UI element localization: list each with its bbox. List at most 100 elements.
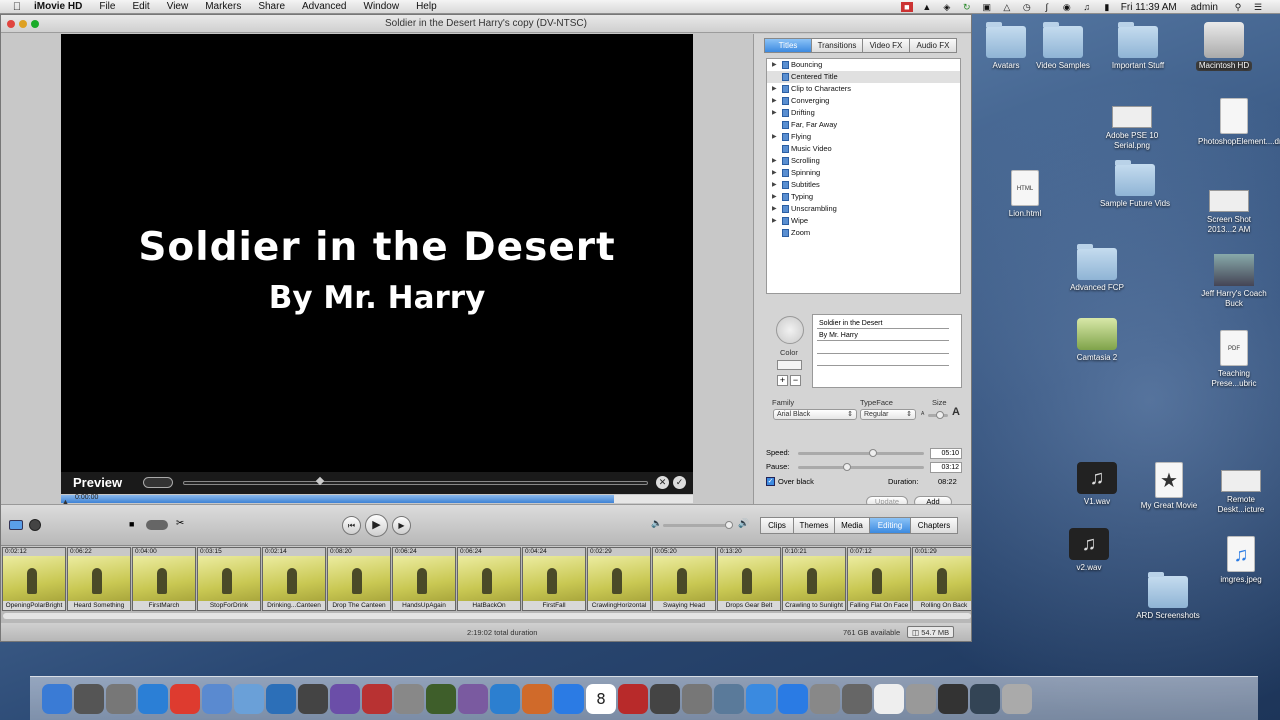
disclosure-triangle-icon[interactable]: ▶ — [772, 59, 777, 71]
monitor-icon[interactable] — [938, 683, 968, 714]
clip-thumbnail[interactable]: 0:08:20 Drop The Canteen — [327, 547, 391, 611]
tab-transitions[interactable]: Transitions — [811, 38, 863, 53]
clip-thumbnail[interactable]: 0:01:29 Rolling On Back — [912, 547, 971, 611]
clip-thumbnail[interactable]: 0:02:14 Drinking...Canteen — [262, 547, 326, 611]
user-menu[interactable]: admin — [1191, 2, 1218, 13]
list-item[interactable]: Music Video — [767, 143, 960, 155]
tab-clips[interactable]: Clips — [760, 517, 794, 534]
desktop-folder-video-samples[interactable]: Video Samples — [1027, 22, 1099, 71]
list-item[interactable]: ▶ Wipe — [767, 215, 960, 227]
disclosure-triangle-icon[interactable]: ▶ — [772, 131, 777, 143]
time-machine-icon[interactable]: ◷ — [1021, 2, 1033, 12]
desktop-drive-macintosh-hd[interactable]: Macintosh HD — [1188, 22, 1260, 71]
wifi-icon[interactable]: ◉ — [1061, 2, 1073, 12]
typeface-select[interactable]: Regular ⇕ — [860, 409, 916, 420]
close-window-icon[interactable] — [7, 20, 15, 28]
calculator-icon[interactable] — [394, 683, 424, 714]
list-item[interactable]: ▶ Typing — [767, 191, 960, 203]
clip-thumbnail[interactable]: 0:06:24 HatBackOn — [457, 547, 521, 611]
disclosure-triangle-icon[interactable]: ▶ — [772, 215, 777, 227]
title-line-1-input[interactable]: Soldier in the Desert — [817, 318, 949, 329]
zoom-window-icon[interactable] — [31, 20, 39, 28]
list-item[interactable]: ▶ Clip to Characters — [767, 83, 960, 95]
display-icon[interactable]: ▣ — [981, 2, 993, 12]
camera-mode-switch[interactable] — [146, 520, 168, 530]
desktop-file-remote-desktop[interactable]: Remote Deskt...icture — [1205, 462, 1277, 515]
speed-field[interactable]: 05:10 — [930, 448, 962, 459]
font-family-select[interactable]: Arial Black ⇕ — [773, 409, 857, 420]
pause-field[interactable]: 03:12 — [930, 462, 962, 473]
motion-icon[interactable] — [426, 683, 456, 714]
desktop-file-coach-buck[interactable]: Jeff Harry's Coach Buck — [1198, 254, 1270, 309]
apply-preview-icon[interactable]: ✓ — [673, 476, 686, 489]
timeline-viewer-icon[interactable] — [29, 519, 41, 531]
speed-slider-knob[interactable] — [869, 449, 877, 457]
desktop-file-v1-wav[interactable]: ♫ V1.wav — [1061, 462, 1133, 507]
disclosure-triangle-icon[interactable]: ▶ — [772, 155, 777, 167]
list-item[interactable]: ▶ Spinning — [767, 167, 960, 179]
keynote-icon[interactable] — [522, 683, 552, 714]
iphoto-icon[interactable] — [266, 683, 296, 714]
clip-thumbnail[interactable]: 0:05:20 Swaying Head — [652, 547, 716, 611]
desktop-app-camtasia[interactable]: Camtasia 2 — [1061, 318, 1133, 363]
size-slider-knob[interactable] — [936, 411, 944, 419]
desktop-file-adobe-serial[interactable]: Adobe PSE 10 Serial.png — [1096, 98, 1168, 151]
filemerge-icon[interactable] — [458, 683, 488, 714]
list-item[interactable]: ▶ Subtitles — [767, 179, 960, 191]
screens-icon[interactable] — [970, 683, 1000, 714]
software-update-icon[interactable] — [778, 683, 808, 714]
tab-video-fx[interactable]: Video FX — [862, 38, 910, 53]
desktop-folder-important-stuff[interactable]: Important Stuff — [1102, 22, 1174, 71]
list-item[interactable]: ▶ Unscrambling — [767, 203, 960, 215]
aperture-icon[interactable] — [298, 683, 328, 714]
recording-icon[interactable]: ■ — [900, 2, 913, 12]
desktop-folder-sample-future-vids[interactable]: Sample Future Vids — [1099, 160, 1171, 209]
timeline-scrubber[interactable]: 0:00:00 — [61, 494, 693, 503]
list-item[interactable]: ▶ Flying — [767, 131, 960, 143]
network-icon[interactable] — [842, 683, 872, 714]
title-line-3-input[interactable] — [817, 343, 949, 354]
photo-booth-icon[interactable] — [618, 683, 648, 714]
sound-icon[interactable]: ♫ — [1081, 2, 1093, 12]
imovie-icon[interactable] — [330, 683, 360, 714]
direction-control[interactable] — [776, 316, 804, 344]
disclosure-triangle-icon[interactable]: ▶ — [772, 179, 777, 191]
menu-edit[interactable]: Edit — [132, 1, 149, 12]
play-button[interactable]: ▶ — [365, 514, 388, 537]
cancel-preview-icon[interactable]: ✕ — [656, 476, 669, 489]
disclosure-triangle-icon[interactable]: ▶ — [772, 191, 777, 203]
preview-progress-track[interactable] — [183, 481, 648, 485]
system-prefs-icon[interactable] — [810, 683, 840, 714]
facetime-icon[interactable] — [650, 683, 680, 714]
clip-thumbnail[interactable]: 0:04:00 FirstMarch — [132, 547, 196, 611]
sync-icon[interactable]: ↻ — [961, 2, 973, 12]
stack-icon[interactable] — [906, 683, 936, 714]
spotlight-icon[interactable]: ⚲ — [1232, 2, 1244, 12]
clip-thumbnail[interactable]: 0:10:21 Crawling to Sunlight — [782, 547, 846, 611]
desktop-file-photoshop-dmg[interactable]: PhotoshopElement....dmg — [1198, 98, 1280, 147]
apple-menu-icon[interactable]:  — [10, 1, 24, 13]
preview-icon[interactable] — [202, 683, 232, 714]
finder-icon[interactable] — [42, 683, 72, 714]
dropbox-icon[interactable]: ◈ — [941, 2, 953, 12]
speed-slider[interactable] — [798, 449, 924, 457]
list-item[interactable]: ▶ Bouncing — [767, 59, 960, 71]
desktop-file-teaching-pdf[interactable]: PDF Teaching Prese...ubric — [1198, 330, 1270, 389]
clock[interactable]: Fri 11:39 AM — [1121, 2, 1177, 13]
iphone-icon[interactable] — [490, 683, 520, 714]
photos-icon[interactable] — [682, 683, 712, 714]
clip-thumbnail[interactable]: 0:07:12 Falling Flat On Face — [847, 547, 911, 611]
clip-thumbnail[interactable]: 0:02:12 OpeningPolarBright — [2, 547, 66, 611]
desktop-file-v2-wav[interactable]: ♫ v2.wav — [1053, 528, 1125, 573]
disclosure-triangle-icon[interactable]: ▶ — [772, 95, 777, 107]
notification-icon[interactable]: ☰ — [1252, 2, 1264, 12]
size-slider[interactable] — [928, 411, 948, 419]
desktop-folder-ard-screenshots[interactable]: ARD Screenshots — [1132, 572, 1204, 621]
tab-chapters[interactable]: Chapters — [910, 517, 958, 534]
preview-play-toggle[interactable] — [143, 477, 173, 488]
dictionary-icon[interactable] — [362, 683, 392, 714]
list-item[interactable]: Zoom — [767, 227, 960, 239]
menu-app[interactable]: iMovie HD — [34, 1, 82, 12]
minimize-window-icon[interactable] — [19, 20, 27, 28]
title-line-2-input[interactable]: By Mr. Harry — [817, 330, 949, 341]
